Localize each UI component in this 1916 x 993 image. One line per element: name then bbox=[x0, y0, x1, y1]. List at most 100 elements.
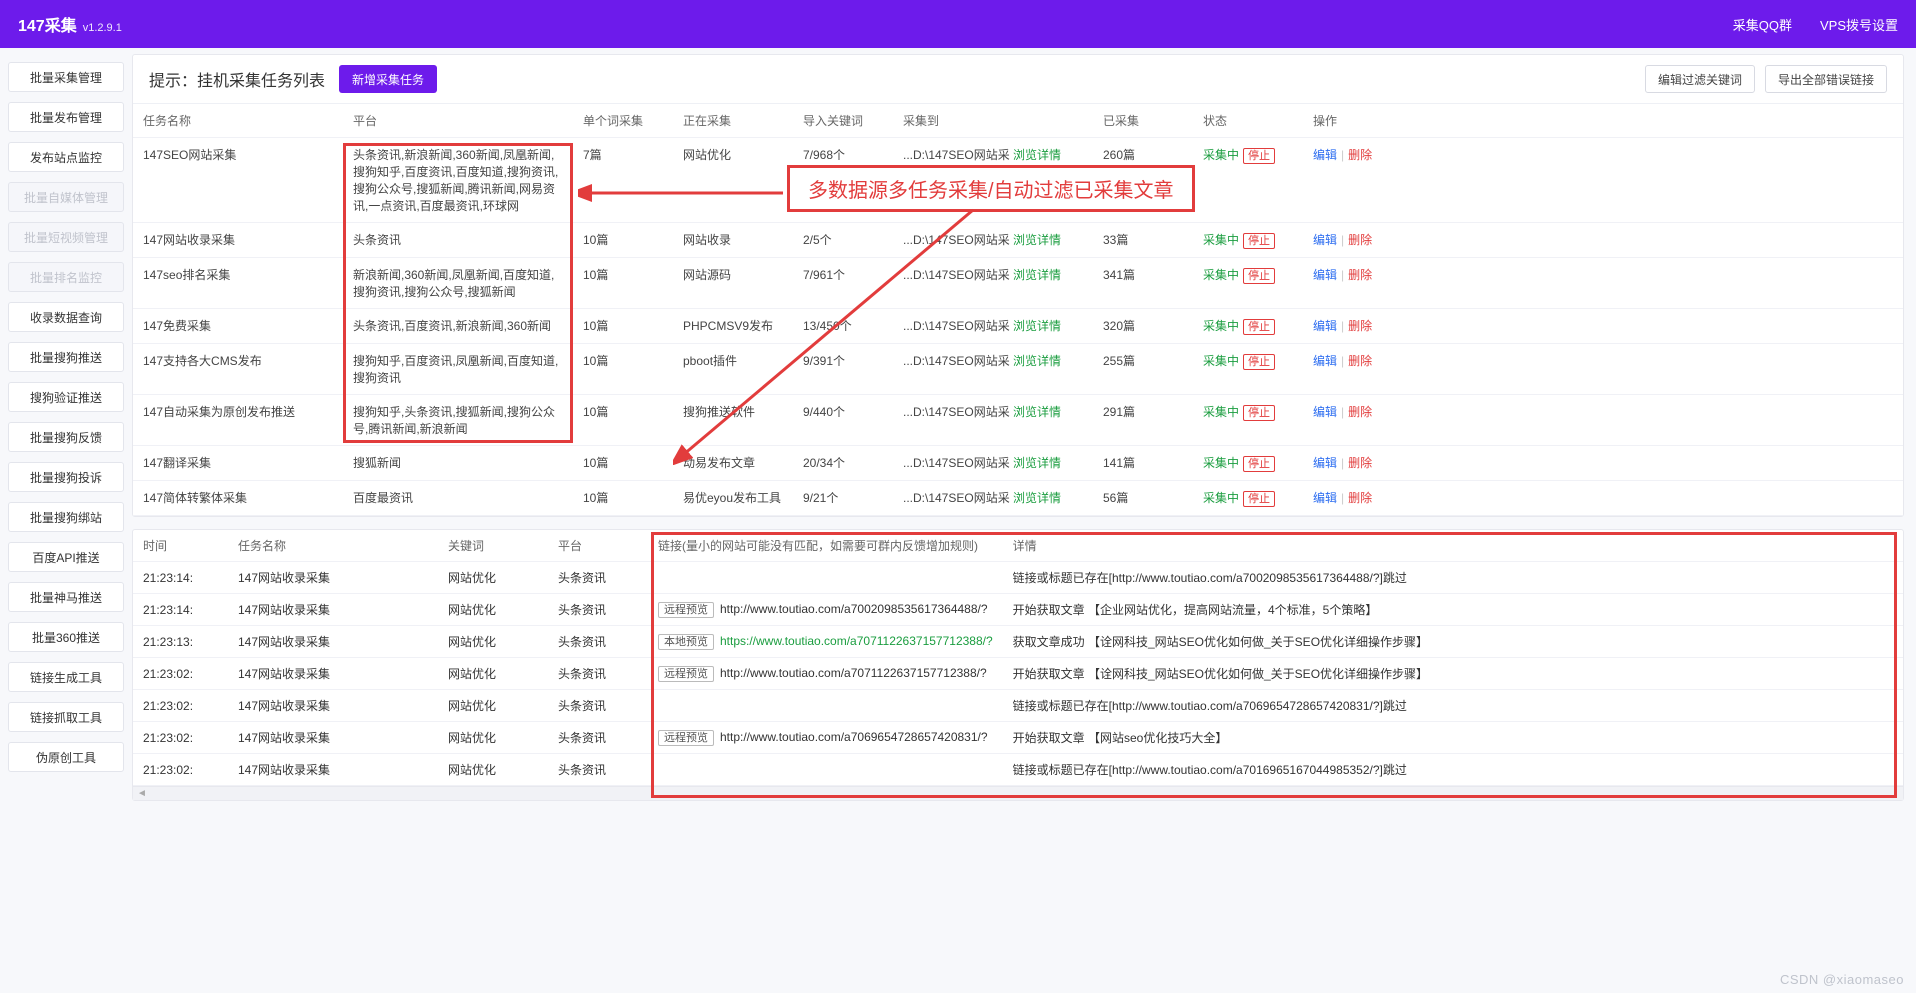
cell-platform: 搜狐新闻 bbox=[343, 446, 573, 481]
watermark: CSDN @xiaomaseo bbox=[1780, 972, 1904, 987]
cell-collected: 291篇 bbox=[1093, 395, 1193, 446]
cell-single: 10篇 bbox=[573, 395, 673, 446]
delete-link[interactable]: 删除 bbox=[1348, 491, 1372, 505]
log-row: 21:23:13:147网站收录采集网站优化头条资讯本地预览https://ww… bbox=[133, 626, 1903, 658]
cell-task-name: 147SEO网站采集 bbox=[133, 138, 343, 223]
local-preview-button[interactable]: 本地预览 bbox=[658, 634, 714, 650]
topbar-link-vps[interactable]: VPS拨号设置 bbox=[1820, 15, 1898, 34]
sidebar-item-5: 批量排名监控 bbox=[8, 262, 124, 292]
stop-button[interactable]: 停止 bbox=[1243, 233, 1275, 249]
stop-button[interactable]: 停止 bbox=[1243, 354, 1275, 370]
delete-link[interactable]: 删除 bbox=[1348, 233, 1372, 247]
cell-task-name: 147seo排名采集 bbox=[133, 258, 343, 309]
remote-preview-button[interactable]: 远程预览 bbox=[658, 666, 714, 682]
browse-detail-link[interactable]: 浏览详情 bbox=[1013, 491, 1061, 505]
stop-button[interactable]: 停止 bbox=[1243, 405, 1275, 421]
col-collect-to: 采集到 bbox=[893, 104, 1093, 138]
edit-link[interactable]: 编辑 bbox=[1313, 319, 1337, 333]
log-table: 时间 任务名称 关键词 平台 链接(量小的网站可能没有匹配，如需要可群内反馈增加… bbox=[133, 530, 1903, 786]
cell-log-detail: 开始获取文章 【诠网科技_网站SEO优化如何做_关于SEO优化详细操作步骤】 bbox=[1003, 658, 1903, 690]
edit-link[interactable]: 编辑 bbox=[1313, 354, 1337, 368]
app-version: v1.2.9.1 bbox=[83, 22, 122, 34]
edit-link[interactable]: 编辑 bbox=[1313, 268, 1337, 282]
cell-imported: 9/391个 bbox=[793, 344, 893, 395]
cell-log-keyword: 网站优化 bbox=[438, 754, 548, 786]
delete-link[interactable]: 删除 bbox=[1348, 354, 1372, 368]
browse-detail-link[interactable]: 浏览详情 bbox=[1013, 148, 1061, 162]
cell-single: 10篇 bbox=[573, 258, 673, 309]
sidebar-item-13[interactable]: 批量神马推送 bbox=[8, 582, 124, 612]
log-table-header-row: 时间 任务名称 关键词 平台 链接(量小的网站可能没有匹配，如需要可群内反馈增加… bbox=[133, 530, 1903, 562]
browse-detail-link[interactable]: 浏览详情 bbox=[1013, 405, 1061, 419]
task-row: 147简体转繁体采集百度最资讯10篇易优eyou发布工具9/21个...D:\1… bbox=[133, 481, 1903, 516]
cell-collect-to: ...D:\147SEO网站采 浏览详情 bbox=[893, 258, 1093, 309]
task-panel-title: 提示：挂机采集任务列表 bbox=[149, 67, 325, 91]
sidebar-item-17[interactable]: 伪原创工具 bbox=[8, 742, 124, 772]
cell-platform: 搜狗知乎,百度资讯,凤凰新闻,百度知道,搜狗资讯 bbox=[343, 344, 573, 395]
log-row: 21:23:14:147网站收录采集网站优化头条资讯链接或标题已存在[http:… bbox=[133, 562, 1903, 594]
cell-collecting: 网站源码 bbox=[673, 258, 793, 309]
sidebar-item-14[interactable]: 批量360推送 bbox=[8, 622, 124, 652]
delete-link[interactable]: 删除 bbox=[1348, 405, 1372, 419]
browse-detail-link[interactable]: 浏览详情 bbox=[1013, 354, 1061, 368]
edit-link[interactable]: 编辑 bbox=[1313, 148, 1337, 162]
browse-detail-link[interactable]: 浏览详情 bbox=[1013, 319, 1061, 333]
edit-link[interactable]: 编辑 bbox=[1313, 233, 1337, 247]
delete-link[interactable]: 删除 bbox=[1348, 268, 1372, 282]
sidebar-item-8[interactable]: 搜狗验证推送 bbox=[8, 382, 124, 412]
sidebar-item-2[interactable]: 发布站点监控 bbox=[8, 142, 124, 172]
edit-link[interactable]: 编辑 bbox=[1313, 456, 1337, 470]
topbar-link-qq[interactable]: 采集QQ群 bbox=[1733, 15, 1792, 34]
cell-log-time: 21:23:02: bbox=[133, 754, 228, 786]
sidebar-item-12[interactable]: 百度API推送 bbox=[8, 542, 124, 572]
sidebar-item-9[interactable]: 批量搜狗反馈 bbox=[8, 422, 124, 452]
stop-button[interactable]: 停止 bbox=[1243, 268, 1275, 284]
log-url[interactable]: https://www.toutiao.com/a707112263715771… bbox=[720, 634, 993, 648]
log-col-task: 任务名称 bbox=[228, 530, 438, 562]
edit-link[interactable]: 编辑 bbox=[1313, 491, 1337, 505]
remote-preview-button[interactable]: 远程预览 bbox=[658, 730, 714, 746]
cell-log-platform: 头条资讯 bbox=[548, 594, 648, 626]
cell-single: 10篇 bbox=[573, 481, 673, 516]
status-badge: 采集中 bbox=[1203, 405, 1239, 419]
sidebar-item-6[interactable]: 收录数据查询 bbox=[8, 302, 124, 332]
delete-link[interactable]: 删除 bbox=[1348, 456, 1372, 470]
sidebar-item-3: 批量自媒体管理 bbox=[8, 182, 124, 212]
remote-preview-button[interactable]: 远程预览 bbox=[658, 602, 714, 618]
cell-collecting: 易优eyou发布工具 bbox=[673, 481, 793, 516]
sidebar-item-0[interactable]: 批量采集管理 bbox=[8, 62, 124, 92]
cell-log-link: 远程预览 http://www.toutiao.com/a706965472865… bbox=[648, 722, 1003, 754]
cell-status: 采集中停止 bbox=[1193, 258, 1303, 309]
delete-link[interactable]: 删除 bbox=[1348, 319, 1372, 333]
sidebar-item-16[interactable]: 链接抓取工具 bbox=[8, 702, 124, 732]
sidebar-item-15[interactable]: 链接生成工具 bbox=[8, 662, 124, 692]
stop-button[interactable]: 停止 bbox=[1243, 319, 1275, 335]
stop-button[interactable]: 停止 bbox=[1243, 491, 1275, 507]
cell-status: 采集中停止 bbox=[1193, 395, 1303, 446]
horizontal-scrollbar[interactable] bbox=[133, 786, 1903, 800]
browse-detail-link[interactable]: 浏览详情 bbox=[1013, 268, 1061, 282]
edit-filter-keywords-button[interactable]: 编辑过滤关键词 bbox=[1645, 65, 1755, 93]
delete-link[interactable]: 删除 bbox=[1348, 148, 1372, 162]
browse-detail-link[interactable]: 浏览详情 bbox=[1013, 233, 1061, 247]
log-col-time: 时间 bbox=[133, 530, 228, 562]
cell-task-name: 147网站收录采集 bbox=[133, 223, 343, 258]
cell-platform: 搜狗知乎,头条资讯,搜狐新闻,搜狗公众号,腾讯新闻,新浪新闻 bbox=[343, 395, 573, 446]
main-area: 提示：挂机采集任务列表 新增采集任务 编辑过滤关键词 导出全部错误链接 任务名称… bbox=[132, 48, 1916, 825]
add-task-button[interactable]: 新增采集任务 bbox=[339, 65, 437, 93]
stop-button[interactable]: 停止 bbox=[1243, 148, 1275, 164]
task-row: 147seo排名采集新浪新闻,360新闻,凤凰新闻,百度知道,搜狗资讯,搜狗公众… bbox=[133, 258, 1903, 309]
log-url: http://www.toutiao.com/a7069654728657420… bbox=[720, 730, 988, 744]
cell-op: 编辑|删除 bbox=[1303, 138, 1903, 223]
cell-status: 采集中停止 bbox=[1193, 344, 1303, 395]
edit-link[interactable]: 编辑 bbox=[1313, 405, 1337, 419]
cell-log-detail: 开始获取文章 【网站seo优化技巧大全】 bbox=[1003, 722, 1903, 754]
col-collecting: 正在采集 bbox=[673, 104, 793, 138]
stop-button[interactable]: 停止 bbox=[1243, 456, 1275, 472]
sidebar-item-1[interactable]: 批量发布管理 bbox=[8, 102, 124, 132]
export-errors-button[interactable]: 导出全部错误链接 bbox=[1765, 65, 1887, 93]
sidebar-item-10[interactable]: 批量搜狗投诉 bbox=[8, 462, 124, 492]
browse-detail-link[interactable]: 浏览详情 bbox=[1013, 456, 1061, 470]
sidebar-item-11[interactable]: 批量搜狗绑站 bbox=[8, 502, 124, 532]
sidebar-item-7[interactable]: 批量搜狗推送 bbox=[8, 342, 124, 372]
